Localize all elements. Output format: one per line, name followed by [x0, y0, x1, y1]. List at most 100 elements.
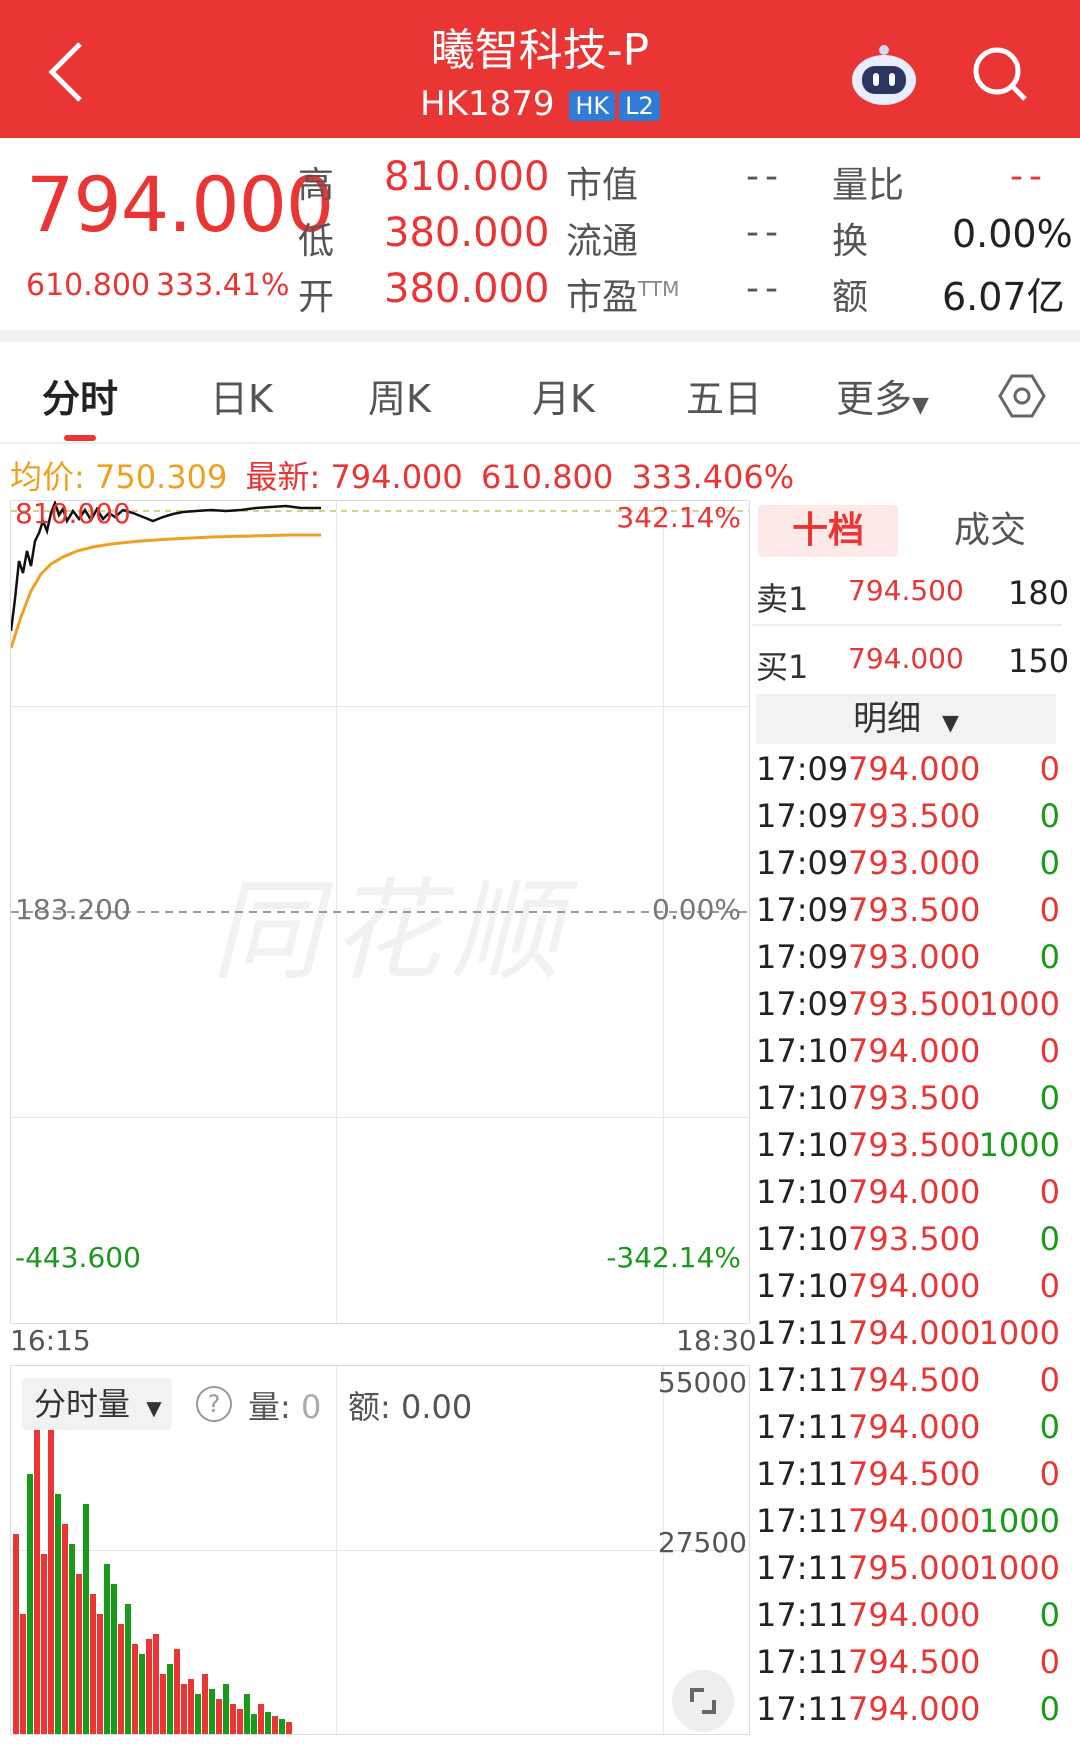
volume-bar [279, 1719, 285, 1734]
avg-value: 750.309 [94, 458, 228, 496]
search-button[interactable] [970, 44, 1030, 104]
expand-icon [690, 1688, 716, 1714]
turnover-label: 换 [832, 221, 869, 262]
price-change-pct: 333.41% [156, 268, 290, 303]
detail-dropdown[interactable]: 明细 ▼ [756, 694, 1056, 744]
volume-type-label: 分时量 [34, 1385, 131, 1423]
trade-volume: 0 [1039, 1690, 1060, 1728]
high-value: 810.000 [384, 154, 550, 200]
chart-legend: 均价: 750.309 最新: 794.000 610.800 333.406% [10, 452, 794, 498]
float-value: -- [746, 212, 784, 253]
trade-time: 17:09 [756, 750, 849, 788]
trade-price: 794.500 [848, 1361, 981, 1399]
assistant-robot-button[interactable] [848, 42, 920, 108]
tab-more-label: 更多 [836, 377, 913, 421]
hexagon-settings-icon [998, 374, 1046, 418]
volume-bar [146, 1639, 152, 1734]
stock-code: HK1879 [420, 84, 555, 124]
y-axis-mid: 183.200 [15, 893, 131, 926]
volume-bar [27, 1474, 33, 1734]
bid1-price: 794.000 [848, 642, 964, 675]
trade-price: 793.500 [848, 1220, 981, 1258]
trade-time: 17:09 [756, 891, 849, 929]
volume-axis-mid: 27500 [657, 1526, 747, 1559]
trade-row: 17:09 793.500 1000 [756, 985, 1066, 1031]
tab-order-book[interactable]: 十档 [758, 505, 898, 557]
trade-price: 794.000 [848, 1173, 981, 1211]
volume-bar [153, 1634, 159, 1734]
trade-price: 793.500 [848, 891, 981, 929]
tab-five-day[interactable]: 五日 [686, 368, 762, 423]
price-change: 610.800 [26, 268, 151, 303]
x-axis-end: 18:30 [676, 1324, 757, 1357]
trade-time: 17:11 [756, 1361, 849, 1399]
volume-bar [265, 1712, 271, 1734]
trade-row: 17:10 793.500 1000 [756, 1126, 1066, 1172]
tab-monthly-k[interactable]: 月K [532, 368, 595, 423]
trade-time: 17:11 [756, 1502, 849, 1540]
volume-bar [76, 1574, 82, 1734]
tab-weekly-k[interactable]: 周K [368, 368, 431, 423]
tab-more[interactable]: 更多▼ [836, 368, 929, 423]
trade-volume: 1000 [978, 1126, 1060, 1164]
trade-volume: 1000 [978, 985, 1060, 1023]
volume-type-dropdown[interactable]: 分时量 ▼ [22, 1378, 172, 1430]
market-cap-value: -- [746, 156, 784, 197]
volume-bar [230, 1704, 236, 1734]
legend-pct: 333.406% [631, 458, 795, 496]
trade-time: 17:11 [756, 1690, 849, 1728]
trade-price: 794.500 [848, 1455, 981, 1493]
pct-axis-mid: 0.00% [652, 893, 741, 926]
trade-time: 17:11 [756, 1643, 849, 1681]
detail-label: 明细 [853, 699, 922, 739]
volume-bar [258, 1704, 264, 1734]
volume-readout: 量: 0 [248, 1382, 321, 1428]
trade-time: 17:09 [756, 844, 849, 882]
trade-volume: 0 [1039, 844, 1060, 882]
trade-row: 17:11 794.000 0 [756, 1690, 1066, 1736]
fullscreen-button[interactable] [672, 1670, 734, 1732]
trade-volume: 0 [1039, 1173, 1060, 1211]
trade-volume: 0 [1039, 1079, 1060, 1117]
volume-bar [62, 1524, 68, 1734]
help-icon[interactable]: ? [196, 1386, 232, 1422]
trade-price: 793.500 [848, 1079, 981, 1117]
market-cap-label: 市值 [566, 165, 639, 206]
volume-bar [216, 1699, 222, 1734]
volume-bar [160, 1674, 166, 1734]
trade-time: 17:09 [756, 985, 849, 1023]
intraday-chart[interactable]: 同花顺 810.000 342.14% 183.200 0.00% -443.6… [10, 497, 750, 1324]
amount-value: 6.07亿 [942, 275, 1065, 319]
trade-volume: 1000 [978, 1314, 1060, 1352]
trade-price: 794.000 [848, 750, 981, 788]
tab-daily-k[interactable]: 日K [210, 368, 273, 423]
volume-bar [195, 1694, 201, 1734]
amount-readout-label: 额: [348, 1388, 391, 1426]
tab-intraday[interactable]: 分时 [42, 368, 118, 423]
open-label: 开 [298, 277, 335, 318]
pe-label: 市盈TTM [566, 268, 679, 320]
volume-axis-top: 55000 [657, 1366, 747, 1399]
volume-bar [272, 1716, 278, 1734]
trade-price: 793.500 [848, 1126, 981, 1164]
volume-bar [69, 1544, 75, 1734]
caret-down-icon: ▼ [146, 1396, 162, 1420]
volume-ratio-value: -- [1010, 156, 1048, 197]
orderbook-divider [752, 624, 1062, 626]
turnover-value: 0.00% [952, 212, 1073, 256]
trade-time: 17:09 [756, 938, 849, 976]
volume-bar [111, 1584, 117, 1734]
trade-time: 17:11 [756, 1314, 849, 1352]
settings-button[interactable] [998, 372, 1046, 424]
tabs-divider [0, 442, 1080, 444]
volume-bar [20, 1614, 26, 1734]
trade-time: 17:10 [756, 1173, 849, 1211]
trade-volume: 0 [1039, 1408, 1060, 1446]
volume-bar [97, 1614, 103, 1734]
trade-row: 17:10 794.000 0 [756, 1032, 1066, 1078]
tab-trades[interactable]: 成交 [930, 505, 1050, 557]
volume-bar [209, 1689, 215, 1734]
trade-price: 794.000 [848, 1502, 981, 1540]
trade-volume: 0 [1039, 1032, 1060, 1070]
trade-volume: 0 [1039, 891, 1060, 929]
